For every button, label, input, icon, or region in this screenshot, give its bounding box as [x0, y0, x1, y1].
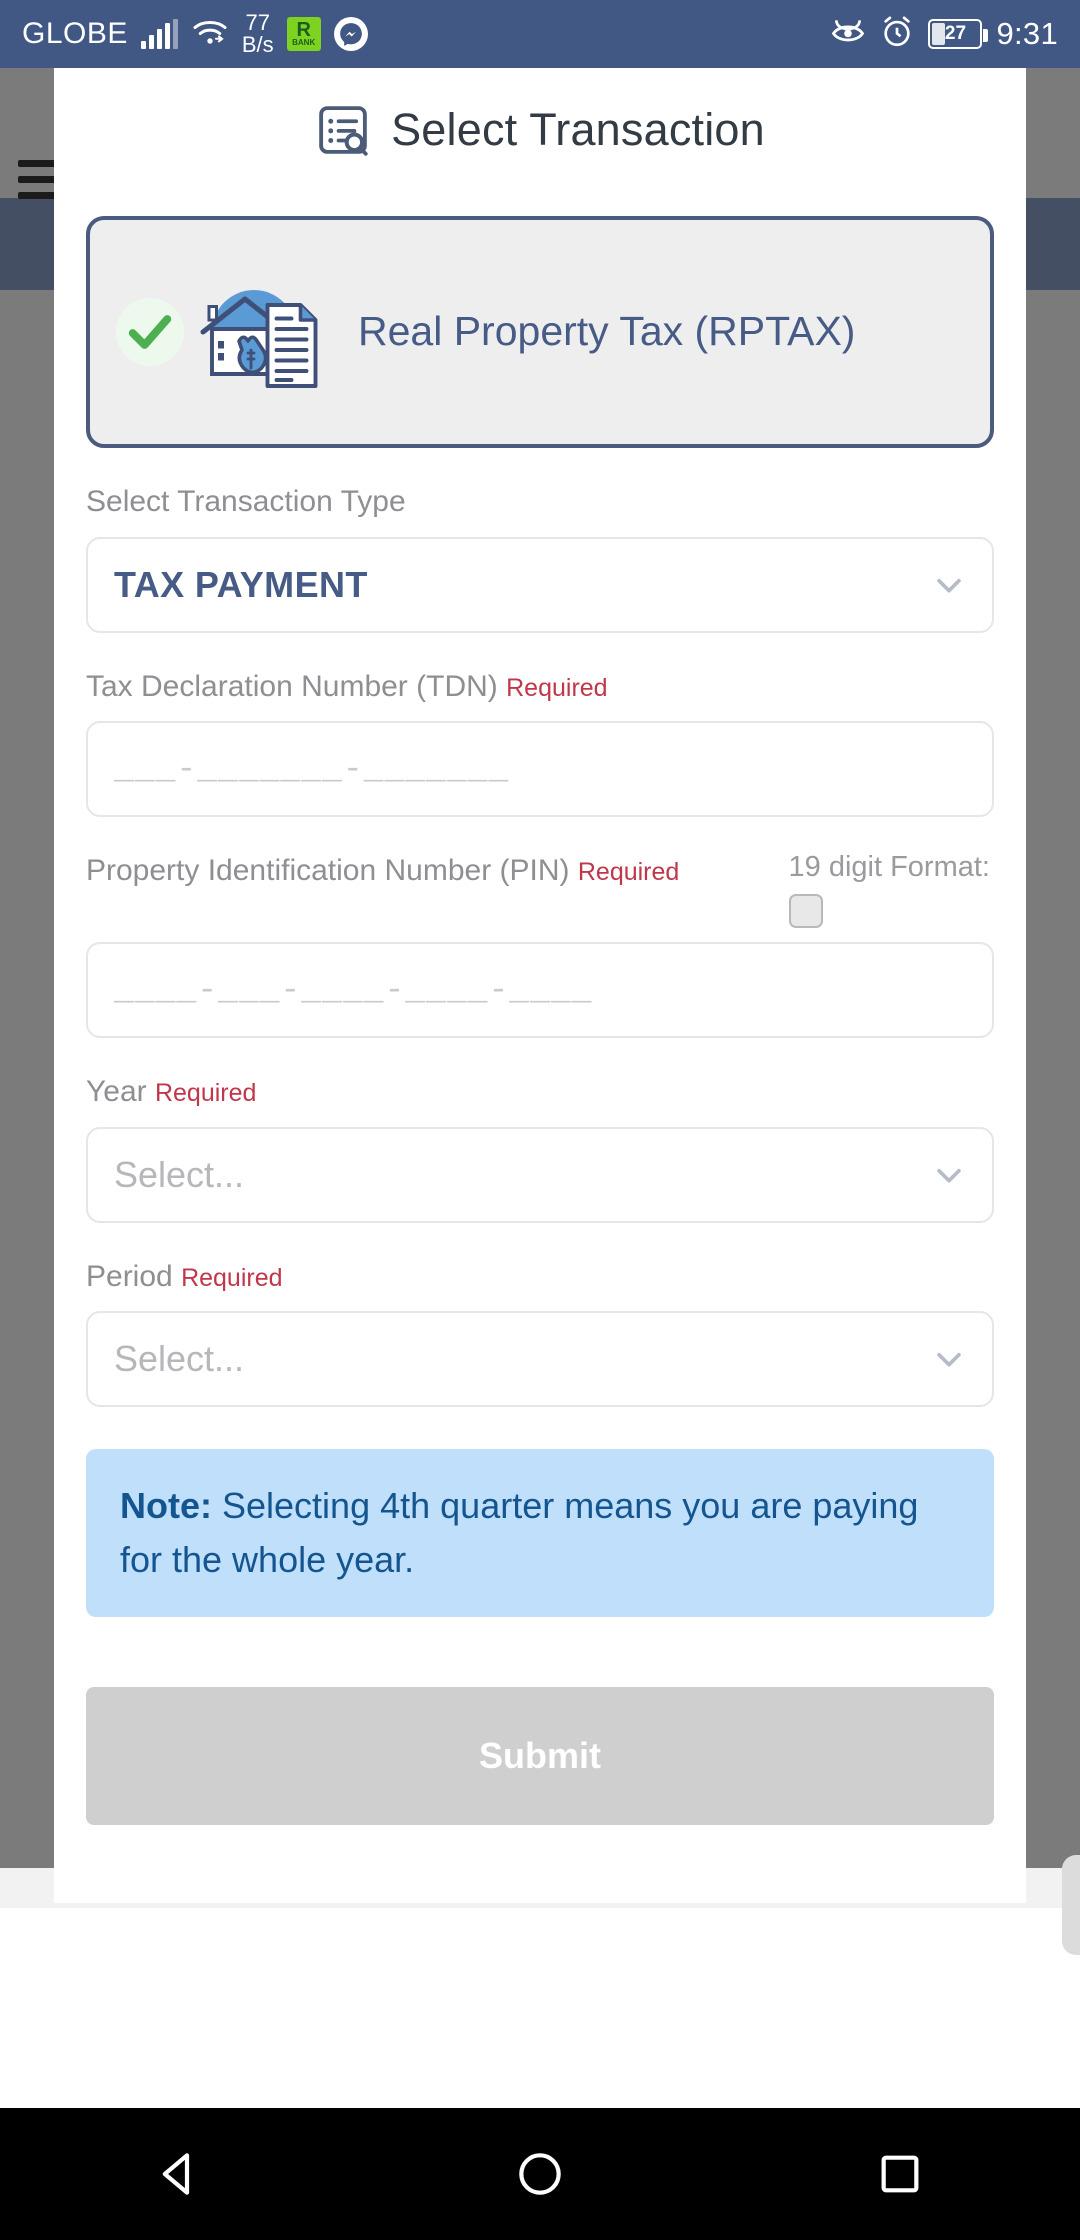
battery-percent: 27	[944, 23, 967, 44]
transaction-type-value: TAX PAYMENT	[114, 563, 368, 605]
tdn-placeholder: ___-_______-_______	[114, 750, 510, 788]
pin-format-checkbox[interactable]	[788, 894, 823, 928]
select-transaction-sheet: Select Transaction Real Property Tax (RP…	[54, 68, 1026, 1903]
pin-label-row: Property Identification Number (PIN) Req…	[86, 851, 994, 928]
check-circle-icon	[116, 298, 184, 366]
eye-care-icon	[830, 16, 866, 53]
signal-icon	[140, 19, 178, 49]
pin-label-text: Property Identification Number (PIN)	[86, 854, 570, 887]
period-placeholder: Select...	[114, 1338, 245, 1379]
field-transaction-type: Select Transaction Type TAX PAYMENT	[86, 482, 994, 633]
tdn-required-badge: Required	[506, 673, 608, 702]
note-text: Selecting 4th quarter means you are payi…	[120, 1485, 919, 1580]
status-bar-left: GLOBE 77 B/s R BANK	[22, 12, 368, 56]
transaction-type-label: Select Transaction Type	[86, 485, 406, 518]
android-nav-bar	[0, 2108, 1080, 2240]
pin-format-label: 19 digit Format:	[788, 851, 990, 883]
clock-label: 9:31	[996, 16, 1058, 51]
wifi-icon	[191, 17, 229, 52]
carrier-label: GLOBE	[22, 17, 128, 50]
pin-placeholder: ____-___-____-____-____	[114, 971, 593, 1009]
year-label: Year Required	[86, 1072, 994, 1113]
bank-app-sub: BANK	[292, 38, 316, 48]
tdn-label-text: Tax Declaration Number (TDN)	[86, 669, 498, 703]
messenger-icon	[333, 17, 368, 51]
period-select[interactable]: Select...	[86, 1311, 994, 1407]
transaction-card-rptax[interactable]: Real Property Tax (RPTAX)	[86, 216, 994, 448]
pin-format-toggle-group: 19 digit Format:	[788, 851, 994, 928]
tdn-label: Tax Declaration Number (TDN) Required	[86, 667, 994, 708]
house-money-document-icon	[182, 272, 332, 392]
status-bar-right: 27 9:31	[830, 15, 1058, 54]
phone-screen: GLOBE 77 B/s R BANK 27 9:31 Select Trans…	[0, 0, 1080, 2240]
pin-input[interactable]: ____-___-____-____-____	[86, 942, 994, 1038]
transaction-type-select[interactable]: TAX PAYMENT	[86, 536, 994, 633]
field-tdn: Tax Declaration Number (TDN) Required __…	[86, 667, 994, 817]
year-placeholder: Select...	[114, 1153, 245, 1195]
network-speed: 77 B/s	[242, 12, 274, 56]
page-title: Select Transaction	[391, 104, 765, 155]
back-triangle-icon[interactable]	[152, 2146, 208, 2202]
pin-label: Property Identification Number (PIN) Req…	[86, 851, 773, 892]
chevron-down-icon	[932, 1342, 966, 1376]
note-banner: Note: Selecting 4th quarter means you ar…	[86, 1449, 994, 1617]
battery-icon: 27	[928, 19, 989, 49]
home-circle-icon[interactable]	[512, 2146, 568, 2202]
list-search-icon	[315, 102, 371, 158]
submit-button[interactable]: Submit	[86, 1687, 994, 1825]
sheet-body: Real Property Tax (RPTAX) Select Transac…	[54, 216, 1026, 1825]
transaction-card-label: Real Property Tax (RPTAX)	[358, 308, 856, 355]
period-required-badge: Required	[181, 1263, 283, 1292]
year-select[interactable]: Select...	[86, 1126, 994, 1223]
year-required-badge: Required	[154, 1079, 257, 1107]
period-label-text: Period	[86, 1259, 173, 1293]
bank-app-icon: R BANK	[286, 17, 321, 51]
side-scroll-handle[interactable]	[1062, 1855, 1080, 1955]
field-year: Year Required Select...	[86, 1072, 994, 1223]
period-label: Period Required	[86, 1257, 994, 1298]
network-speed-unit: B/s	[241, 32, 274, 57]
year-label-text: Year	[86, 1075, 147, 1108]
bank-app-letter: R	[296, 19, 311, 42]
field-pin: Property Identification Number (PIN) Req…	[86, 851, 994, 1038]
chevron-down-icon	[932, 568, 966, 602]
pin-required-badge: Required	[577, 858, 680, 886]
note-prefix: Note:	[120, 1485, 212, 1526]
submit-button-label: Submit	[479, 1735, 601, 1776]
sheet-header: Select Transaction	[54, 68, 1026, 168]
recents-square-icon[interactable]	[872, 2146, 928, 2202]
alarm-icon	[880, 15, 914, 54]
field-period: Period Required Select...	[86, 1257, 994, 1407]
chevron-down-icon	[932, 1158, 966, 1192]
status-bar: GLOBE 77 B/s R BANK 27 9:31	[0, 0, 1080, 68]
tdn-input[interactable]: ___-_______-_______	[86, 721, 994, 817]
